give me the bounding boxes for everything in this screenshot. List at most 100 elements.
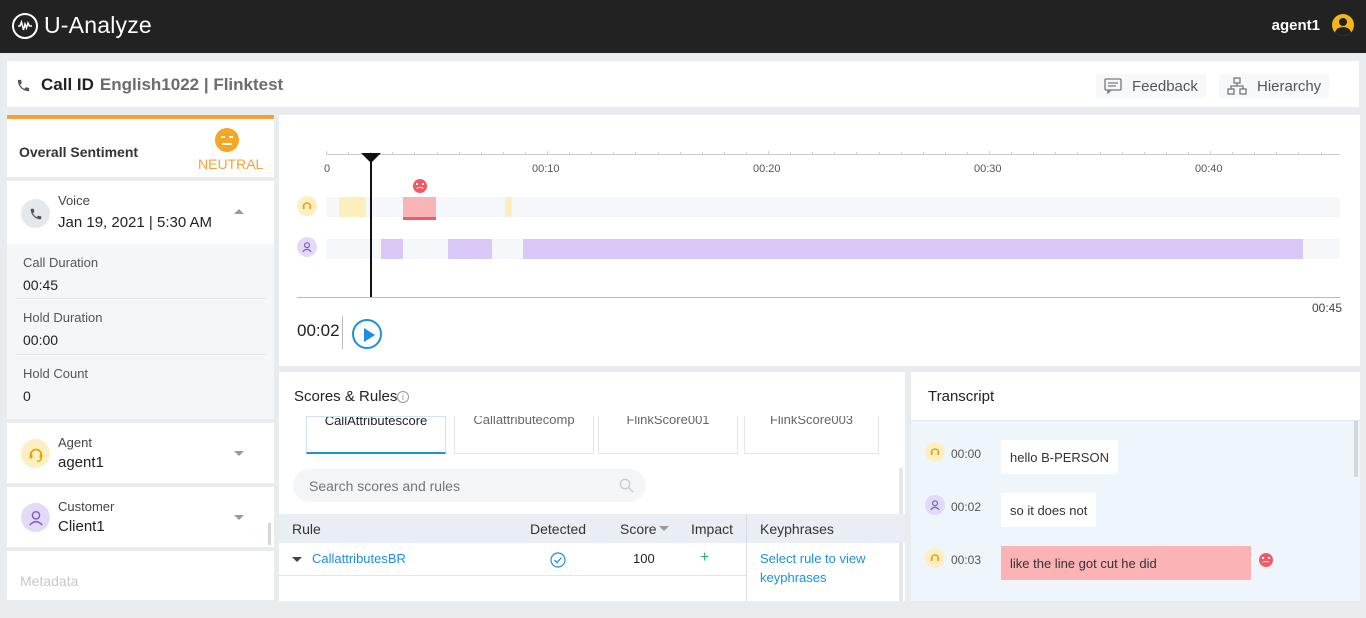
tab-flinkscore003[interactable]: FlinkScore003: [744, 416, 879, 454]
timeline-tick: [591, 152, 593, 155]
timeline-tick-label: 00:10: [532, 163, 560, 175]
chevron-up-icon[interactable]: [234, 209, 244, 214]
timeline-tick: [569, 152, 571, 155]
agent-segment[interactable]: [339, 197, 366, 217]
rule-score: 100: [633, 551, 655, 566]
transcript-time[interactable]: 00:03: [951, 553, 981, 567]
timeline-tick: [1011, 152, 1013, 155]
transcript-bubble[interactable]: hello B-PERSON: [1001, 440, 1118, 474]
app-logo[interactable]: U-Analyze: [12, 12, 152, 39]
rules-table-header: Rule Detected Score Impact Keyphrases: [279, 514, 905, 601]
metadata-label: Metadata: [20, 573, 79, 589]
timeline-tick: [502, 152, 504, 155]
feedback-button[interactable]: Feedback: [1096, 74, 1206, 98]
call-id-label: Call ID: [41, 75, 94, 94]
tab-label: Callattributecomp: [473, 416, 575, 427]
hierarchy-button[interactable]: Hierarchy: [1219, 74, 1330, 98]
timeline-tick: [657, 152, 659, 155]
timeline-progress-line[interactable]: [297, 297, 1340, 298]
voice-card: Voice Jan 19, 2021 | 5:30 AM Call Durati…: [7, 181, 274, 419]
timeline-tick: [723, 152, 725, 155]
timeline-tick: [1298, 152, 1300, 155]
transcript-time[interactable]: 00:02: [951, 500, 981, 514]
check-circle-icon: [550, 552, 566, 568]
play-button[interactable]: [352, 319, 382, 349]
transcript-bubble[interactable]: so it does not: [1001, 493, 1097, 527]
customer-card[interactable]: Customer Client1: [7, 487, 274, 547]
col-score[interactable]: Score: [620, 521, 657, 537]
timeline-tick: [348, 152, 350, 155]
customer-label: Customer: [58, 499, 115, 514]
expand-icon[interactable]: [292, 557, 302, 562]
timeline-tick: [679, 152, 681, 155]
keyphrases-hint: Select rule to view keyphrases: [760, 551, 866, 585]
scores-rules-panel: Scores & Rules i CallAttributescore Call…: [279, 372, 905, 601]
customer-person-icon: [21, 503, 50, 532]
timeline-tick: [1210, 151, 1211, 155]
timeline-tick: [1276, 152, 1278, 155]
timeline-tick: [922, 152, 924, 155]
col-rule[interactable]: Rule: [292, 521, 321, 537]
call-id-value: English1022 | Flinktest: [99, 75, 284, 94]
agent-card[interactable]: Agent agent1: [7, 423, 274, 483]
chevron-down-icon[interactable]: [234, 515, 244, 520]
timeline-panel: 0 00:10 00:20 00:30 00:40 00:45 00:02: [279, 115, 1360, 366]
search-input[interactable]: [293, 469, 593, 502]
customer-track[interactable]: [326, 239, 1340, 259]
agent-segment[interactable]: [505, 197, 512, 217]
timeline-tick: [635, 152, 637, 155]
timeline-tick: [392, 152, 394, 155]
timeline-tick: [524, 152, 526, 155]
agent-value: agent1: [58, 454, 104, 471]
customer-segment[interactable]: [522, 239, 1303, 259]
play-icon: [364, 328, 375, 342]
agent-track[interactable]: [326, 179, 1340, 220]
transcript-time[interactable]: 00:00: [951, 447, 981, 461]
chevron-down-icon[interactable]: [234, 451, 244, 456]
timeline-tick: [1187, 152, 1189, 155]
customer-segment[interactable]: [447, 239, 492, 259]
timeline-tick-label: 00:20: [753, 163, 781, 175]
phone-icon: [17, 79, 30, 91]
playhead[interactable]: [361, 153, 382, 297]
rule-name[interactable]: CallattributesBR: [312, 551, 406, 566]
voice-date: Jan 19, 2021 | 5:30 AM: [58, 214, 213, 231]
timeline-tick: [1320, 152, 1322, 155]
table-row[interactable]: CallattributesBR 100 +: [279, 543, 746, 576]
call-duration-value: 00:45: [23, 277, 59, 293]
agent-label: Agent: [58, 435, 92, 450]
timeline-tick: [1254, 152, 1256, 155]
transcript-scrollbar[interactable]: [1354, 421, 1358, 477]
col-impact[interactable]: Impact: [691, 521, 733, 537]
col-detected[interactable]: Detected: [530, 521, 586, 537]
tab-flinkscore001[interactable]: FlinkScore001: [598, 416, 738, 454]
hold-count-label: Hold Count: [23, 366, 89, 381]
scores-title: Scores & Rules: [294, 388, 398, 405]
tab-callattributescore[interactable]: CallAttributescore: [306, 416, 446, 454]
user-menu[interactable]: agent1: [1272, 14, 1354, 36]
metadata-card[interactable]: Metadata: [7, 551, 274, 600]
info-icon[interactable]: i: [397, 391, 409, 403]
timeline-tick: [878, 152, 880, 155]
timeline-tick: [701, 152, 703, 155]
timeline-tick: [1055, 152, 1057, 155]
hold-count-value: 0: [23, 388, 31, 404]
sort-icon[interactable]: [659, 526, 669, 531]
tab-callattributecomp[interactable]: Callattributecomp: [454, 416, 594, 454]
timeline-tick: [414, 152, 416, 155]
col-keyphrases: Keyphrases: [760, 521, 834, 537]
neutral-face-icon: [215, 128, 239, 152]
timeline-tick: [768, 151, 769, 155]
transcript-bubble[interactable]: like the line got cut he did: [1001, 546, 1251, 580]
customer-segment[interactable]: [381, 239, 404, 259]
user-avatar-icon[interactable]: [1332, 14, 1354, 36]
left-panel-scrollbar[interactable]: [268, 523, 271, 545]
search-icon[interactable]: [619, 478, 634, 493]
divider: [342, 316, 343, 349]
top-bar: U-Analyze agent1: [0, 0, 1366, 53]
agent-negative-segment[interactable]: [403, 179, 437, 220]
call-duration-row: Call Duration 00:45: [16, 244, 266, 299]
sad-face-icon: [413, 179, 428, 193]
hierarchy-icon: [1227, 77, 1247, 95]
timeline-tick-label: 00:30: [974, 163, 1002, 175]
